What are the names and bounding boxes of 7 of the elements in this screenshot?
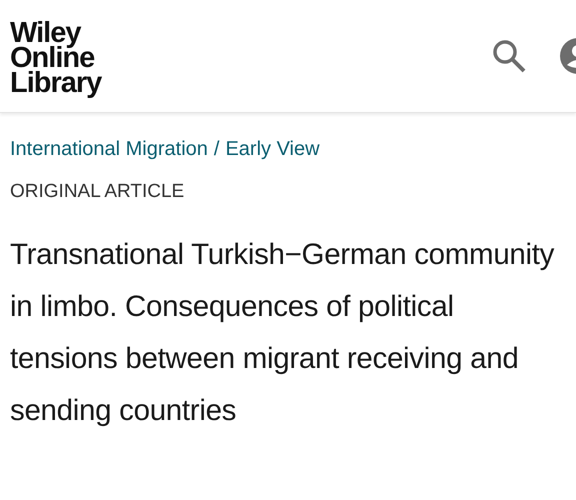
breadcrumb-link[interactable]: International Migration xyxy=(10,138,208,160)
logo[interactable]: Wiley Online Library xyxy=(10,16,102,96)
breadcrumb-separator: / xyxy=(214,138,220,160)
article-type-label: ORIGINAL ARTICLE xyxy=(10,181,186,203)
article-title: Transnational Turkish−German community in limbo. Consequences of political tensions between migrant receiving and sending countries xyxy=(10,237,556,429)
search-icon[interactable] xyxy=(492,39,526,73)
breadcrumb-link[interactable]: Early View xyxy=(225,138,320,160)
